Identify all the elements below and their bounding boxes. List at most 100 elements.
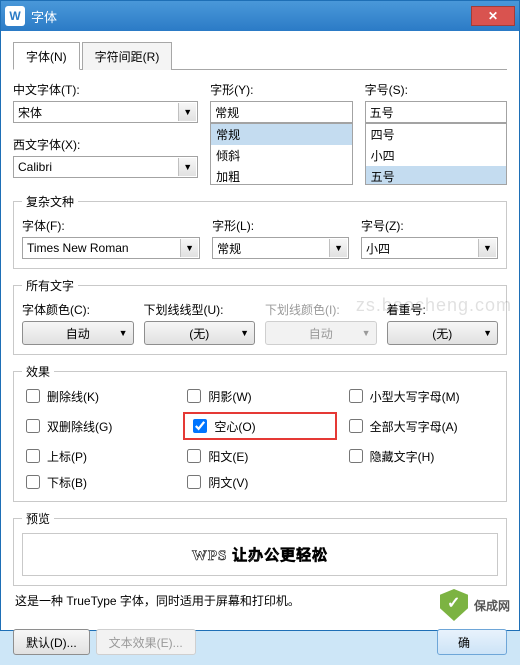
close-button[interactable]: ✕: [471, 6, 515, 26]
label-c-style: 字形(L):: [212, 217, 349, 234]
label-color: 字体颜色(C):: [22, 301, 134, 318]
drop-emph[interactable]: (无) ▼: [387, 321, 499, 345]
list-size[interactable]: 四号 小四 五号: [365, 123, 507, 185]
checkbox[interactable]: [349, 449, 363, 463]
label-zh-font: 中文字体(T):: [13, 81, 198, 98]
list-item[interactable]: 五号: [366, 166, 506, 185]
combo-value: Calibri: [18, 160, 52, 174]
combo-c-font[interactable]: Times New Roman ▼: [22, 237, 200, 259]
titlebar: W 字体 ✕: [1, 1, 519, 31]
combo-en-font[interactable]: Calibri ▼: [13, 156, 198, 178]
drop-color[interactable]: 自动 ▼: [22, 321, 134, 345]
drop-value: (无): [432, 325, 452, 342]
list-style[interactable]: 常规 倾斜 加粗: [210, 123, 352, 185]
legend-effects: 效果: [22, 363, 54, 380]
checkbox[interactable]: [26, 389, 40, 403]
list-item[interactable]: 加粗: [211, 166, 351, 185]
group-preview: 预览 WPS 让办公更轻松: [13, 510, 507, 586]
combo-c-style[interactable]: 常规 ▼: [212, 237, 349, 259]
chk-label: 隐藏文字(H): [370, 448, 435, 465]
label-c-font: 字体(F):: [22, 217, 200, 234]
chevron-down-icon: ▼: [362, 328, 371, 338]
chk-label: 阴影(W): [208, 388, 251, 405]
font-note: 这是一种 TrueType 字体，同时适用于屏幕和打印机。: [15, 592, 505, 609]
drop-value: 自动: [309, 325, 333, 342]
chk-outline[interactable]: 空心(O): [189, 416, 255, 436]
drop-uline[interactable]: (无) ▼: [144, 321, 256, 345]
chevron-down-icon: ▼: [178, 103, 196, 121]
label-c-size: 字号(Z):: [361, 217, 498, 234]
checkbox[interactable]: [26, 449, 40, 463]
chevron-down-icon: ▼: [119, 328, 128, 338]
list-item[interactable]: 四号: [366, 124, 506, 145]
chk-engrave[interactable]: 阴文(V): [183, 472, 336, 492]
legend-all-text: 所有文字: [22, 277, 78, 294]
label-uline: 下划线线型(U):: [144, 301, 256, 318]
legend-complex: 复杂文种: [22, 193, 78, 210]
group-effects: 效果 删除线(K) 阴影(W) 小型大写字母(M) 双删除线(G) 空心(O) …: [13, 363, 507, 502]
checkbox[interactable]: [349, 419, 363, 433]
combo-value: 常规: [217, 240, 241, 257]
label-style: 字形(Y):: [210, 81, 352, 98]
checkbox[interactable]: [26, 475, 40, 489]
chk-emboss[interactable]: 阳文(E): [183, 446, 336, 466]
chk-shadow[interactable]: 阴影(W): [183, 386, 336, 406]
label-en-font: 西文字体(X):: [13, 136, 198, 153]
chk-smallcaps[interactable]: 小型大写字母(M): [345, 386, 498, 406]
chk-label: 小型大写字母(M): [370, 388, 460, 405]
group-complex: 复杂文种 字体(F): Times New Roman ▼ 字形(L): 常规 …: [13, 193, 507, 269]
combo-style[interactable]: 常规: [210, 101, 352, 123]
list-item[interactable]: 常规: [211, 124, 351, 145]
list-item[interactable]: 小四: [366, 145, 506, 166]
checkbox[interactable]: [187, 475, 201, 489]
watermark-logo: 保成网: [440, 589, 510, 621]
combo-value: Times New Roman: [27, 241, 129, 255]
combo-size[interactable]: 五号: [365, 101, 507, 123]
combo-c-size[interactable]: 小四 ▼: [361, 237, 498, 259]
chk-sub[interactable]: 下标(B): [22, 472, 175, 492]
chk-label: 阴文(V): [208, 474, 248, 491]
default-button[interactable]: 默认(D)...: [13, 629, 90, 655]
app-logo: W: [5, 6, 25, 26]
window-title: 字体: [31, 7, 471, 26]
combo-value: 常规: [215, 104, 239, 121]
drop-value: 自动: [66, 325, 90, 342]
chk-hidden[interactable]: 隐藏文字(H): [345, 446, 498, 466]
textfx-button: 文本效果(E)...: [96, 629, 196, 655]
legend-preview: 预览: [22, 510, 54, 527]
watermark-label: 保成网: [474, 597, 510, 614]
preview-text: WPS 让办公更轻松: [22, 533, 498, 576]
chk-strike[interactable]: 删除线(K): [22, 386, 175, 406]
combo-value: 小四: [366, 240, 390, 257]
chk-label: 上标(P): [47, 448, 87, 465]
chevron-down-icon: ▼: [240, 328, 249, 338]
chevron-down-icon: ▼: [178, 158, 196, 176]
tab-strip: 字体(N) 字符间距(R): [13, 41, 507, 70]
chk-label: 阳文(E): [208, 448, 248, 465]
combo-value: 宋体: [18, 104, 42, 121]
checkbox[interactable]: [193, 419, 207, 433]
checkbox[interactable]: [26, 419, 40, 433]
highlight-outline: 空心(O): [183, 412, 336, 440]
chk-label: 下标(B): [47, 474, 87, 491]
checkbox[interactable]: [187, 449, 201, 463]
chk-label: 全部大写字母(A): [370, 418, 458, 435]
chk-label: 删除线(K): [47, 388, 99, 405]
chk-super[interactable]: 上标(P): [22, 446, 175, 466]
label-size: 字号(S):: [365, 81, 507, 98]
checkbox[interactable]: [349, 389, 363, 403]
chk-label: 双删除线(G): [47, 418, 112, 435]
list-item[interactable]: 倾斜: [211, 145, 351, 166]
ok-button[interactable]: 确: [437, 629, 507, 655]
combo-zh-font[interactable]: 宋体 ▼: [13, 101, 198, 123]
chk-allcaps[interactable]: 全部大写字母(A): [345, 412, 498, 440]
drop-ucolor: 自动 ▼: [265, 321, 377, 345]
tab-font[interactable]: 字体(N): [13, 42, 80, 70]
watermark-url: zs.baocheng.com: [356, 295, 512, 316]
tab-spacing[interactable]: 字符间距(R): [82, 42, 173, 70]
chevron-down-icon: ▼: [478, 239, 496, 257]
checkbox[interactable]: [187, 389, 201, 403]
button-bar: 默认(D)... 文本效果(E)... 确: [1, 629, 519, 665]
chk-dblstrike[interactable]: 双删除线(G): [22, 412, 175, 440]
shield-icon: [440, 589, 468, 621]
